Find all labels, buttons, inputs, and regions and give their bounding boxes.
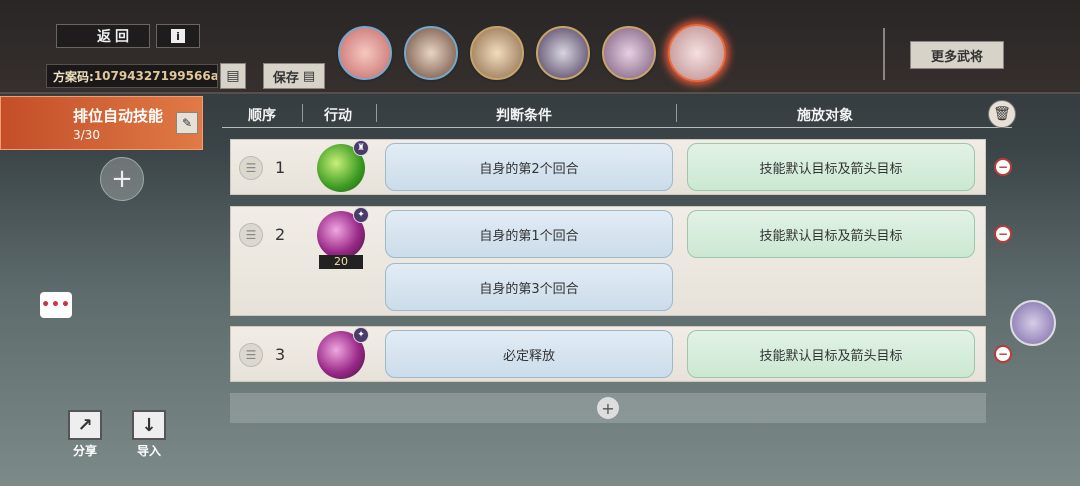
save-label: 保存 (272, 70, 299, 86)
sidebar-item-ranked-auto-skill[interactable]: 排位自动技能 3/30 ✎ (0, 96, 203, 150)
table-row: ☰ 2 ✦ 20 自身的第1个回合 自身的第3个回合 技能默认目标及箭头目标 (230, 206, 986, 316)
general-avatar[interactable] (338, 26, 392, 80)
info-button[interactable]: i (156, 24, 200, 48)
skill-icon[interactable]: ✦ 20 (317, 207, 369, 269)
edit-icon[interactable]: ✎ (176, 112, 198, 134)
sidebar-item-count: 3/30 (73, 128, 100, 142)
col-order: 顺序 (248, 108, 276, 124)
col-condition: 判断条件 (496, 108, 552, 124)
share-icon: ↗ (68, 410, 102, 440)
share-button[interactable]: ↗ 分享 (62, 410, 108, 460)
drag-handle-icon[interactable]: ☰ (239, 223, 263, 247)
condition-field[interactable]: 自身的第2个回合 (385, 143, 673, 191)
sidebar-item-title: 排位自动技能 (73, 107, 164, 125)
plan-code-value: 10794327199566a21 (93, 69, 217, 83)
import-icon: ↓ (132, 410, 166, 440)
table-row: ☰ 3 ✦ 必定释放 技能默认目标及箭头目标 (230, 326, 986, 382)
assistant-avatar[interactable] (1010, 300, 1056, 346)
add-plan-button[interactable]: + (100, 157, 144, 201)
back-button[interactable]: 返回 (56, 24, 150, 48)
target-field[interactable]: 技能默认目标及箭头目标 (687, 143, 975, 191)
skill-icon[interactable]: ♜ (317, 140, 369, 192)
condition-field[interactable]: 自身的第1个回合 (385, 210, 673, 258)
drag-handle-icon[interactable]: ☰ (239, 343, 263, 367)
table-row: ☰ 1 ♜ 自身的第2个回合 技能默认目标及箭头目标 (230, 139, 986, 195)
general-avatar[interactable] (536, 26, 590, 80)
remove-row-button[interactable]: − (994, 345, 1012, 363)
general-avatar-selected[interactable] (668, 24, 726, 82)
row-index: 1 (275, 158, 286, 177)
plan-code-label: 方案码: (53, 69, 94, 84)
trash-icon[interactable]: 🗑 (988, 100, 1016, 128)
info-icon: i (171, 29, 185, 43)
target-field[interactable]: 技能默认目标及箭头目标 (687, 210, 975, 258)
plan-code: 方案码: 10794327199566a21 (46, 64, 218, 88)
condition-field[interactable]: 自身的第3个回合 (385, 263, 673, 311)
col-target: 施放对象 (797, 108, 853, 124)
remove-row-button[interactable]: − (994, 225, 1012, 243)
divider (883, 28, 885, 80)
more-generals-button[interactable]: 更多武将 (910, 41, 1004, 69)
save-icon: ▤ (302, 68, 316, 84)
divider (376, 104, 377, 122)
general-avatar[interactable] (602, 26, 656, 80)
add-row-button[interactable]: + (230, 393, 986, 423)
skill-cost: 20 (319, 255, 363, 269)
condition-field[interactable]: 必定释放 (385, 330, 673, 378)
remove-row-button[interactable]: − (994, 158, 1012, 176)
general-avatar-list (338, 24, 726, 82)
skill-badge-icon: ♜ (353, 140, 369, 156)
save-button[interactable]: 保存 ▤ (263, 63, 325, 89)
skill-badge-icon: ✦ (353, 207, 369, 223)
copy-icon[interactable]: ▤ (220, 63, 246, 89)
skill-badge-icon: ✦ (353, 327, 369, 343)
skill-icon[interactable]: ✦ (317, 327, 369, 379)
table-header: 顺序 行动 判断条件 施放对象 (222, 100, 1012, 128)
row-index: 2 (275, 225, 286, 244)
plus-icon: + (597, 397, 619, 419)
row-index: 3 (275, 345, 286, 364)
divider (676, 104, 677, 122)
general-avatar[interactable] (470, 26, 524, 80)
general-avatar[interactable] (404, 26, 458, 80)
drag-handle-icon[interactable]: ☰ (239, 156, 263, 180)
import-button[interactable]: ↓ 导入 (126, 410, 172, 460)
import-label: 导入 (136, 444, 161, 458)
col-action: 行动 (324, 108, 352, 124)
chat-icon[interactable]: ••• (40, 292, 72, 318)
target-field[interactable]: 技能默认目标及箭头目标 (687, 330, 975, 378)
divider (302, 104, 303, 122)
share-label: 分享 (72, 444, 97, 458)
